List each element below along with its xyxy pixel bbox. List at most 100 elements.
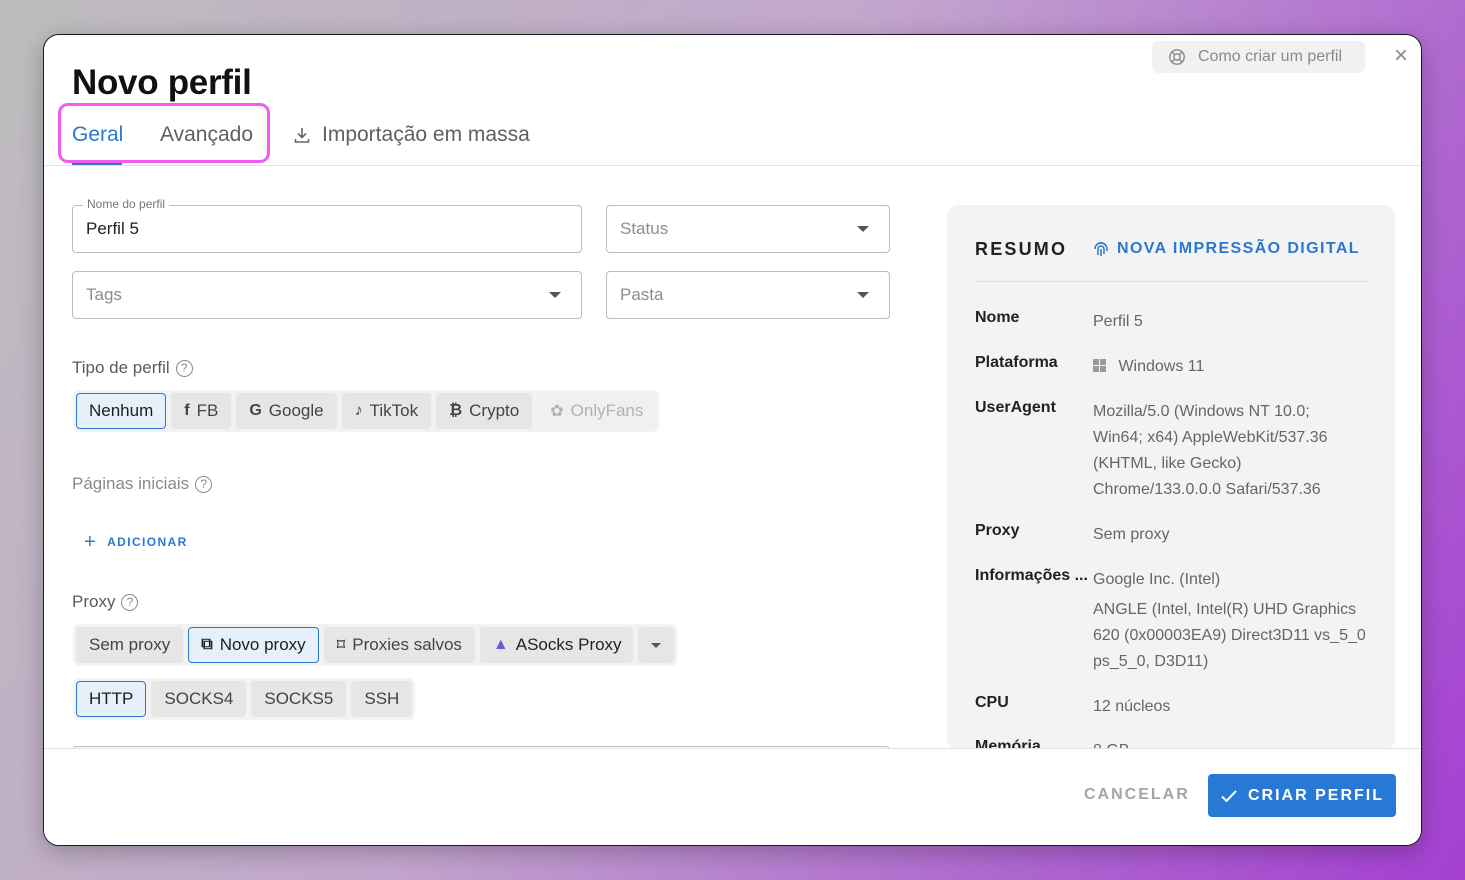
summary-value: Mozilla/5.0 (Windows NT 10.0; Win64; x64… [1093, 403, 1328, 498]
dialog-footer: CANCELAR CRIAR PERFIL [44, 748, 1421, 845]
google-icon: G [249, 402, 262, 419]
protocol-http[interactable]: HTTP [76, 681, 147, 717]
proxy-mode-group: Sem proxy ⧉ Novo proxy ⌑ Proxies salvos … [73, 624, 677, 666]
profile-type-nenhum[interactable]: Nenhum [76, 393, 167, 429]
help-circle-icon[interactable]: ? [195, 475, 213, 493]
profile-type-onlyfans: ✿ OnlyFans [537, 393, 657, 429]
facebook-icon: f [184, 402, 190, 419]
chip-label: HTTP [89, 689, 134, 708]
summary-value: 12 núcleos [1093, 698, 1171, 715]
check-icon [1221, 789, 1237, 802]
chip-label: Google [268, 401, 324, 420]
summary-key: CPU [975, 694, 1009, 711]
summary-row-info: Informações ... Google Inc. (Intel) ANGL… [975, 567, 1368, 675]
summary-key: UserAgent [975, 399, 1056, 416]
chip-label: SOCKS5 [264, 689, 334, 708]
summary-row-proxy: Proxy Sem proxy [975, 522, 1373, 548]
summary-key: Informações ... [975, 567, 1088, 584]
tiktok-icon: ♪ [354, 402, 363, 419]
chip-label: TikTok [369, 401, 419, 420]
create-profile-label: CRIAR PERFIL [1248, 786, 1384, 804]
profile-type-text: Tipo de perfil [72, 358, 170, 377]
profile-type-fb[interactable]: f FB [171, 393, 232, 429]
new-fingerprint-button[interactable]: NOVA IMPRESSÃO DIGITAL [1091, 239, 1360, 259]
summary-row-useragent: UserAgent Mozilla/5.0 (Windows NT 10.0; … [975, 399, 1358, 503]
download-icon [294, 128, 310, 143]
chip-label: Proxies salvos [352, 635, 462, 654]
folder-select[interactable]: Pasta [606, 271, 890, 319]
proxy-provider-dropdown[interactable] [637, 627, 674, 663]
chevron-down-icon [857, 226, 869, 232]
new-fingerprint-label: NOVA IMPRESSÃO DIGITAL [1117, 240, 1360, 257]
summary-info-values: Google Inc. (Intel) ANGLE (Intel, Intel(… [1093, 567, 1368, 675]
start-pages-text: Páginas iniciais [72, 474, 190, 493]
summary-value: Google Inc. (Intel) [1093, 571, 1221, 588]
profile-name-value: Perfil 5 [86, 219, 139, 238]
cancel-button[interactable]: CANCELAR [1084, 786, 1190, 804]
add-label: ADICIONAR [107, 535, 188, 549]
summary-platform-value: Windows 11 [1093, 354, 1373, 380]
chip-label: Crypto [469, 401, 520, 420]
chip-label: SOCKS4 [164, 689, 234, 708]
help-circle-icon[interactable]: ? [175, 359, 193, 377]
profile-type-group: Nenhum f FB G Google ♪ TikTok ₿ Crypto ✿… [73, 390, 660, 432]
onlyfans-icon: ✿ [550, 403, 564, 420]
protocol-socks4[interactable]: SOCKS4 [151, 681, 247, 717]
summary-value: ANGLE (Intel, Intel(R) UHD Graphics 620 … [1093, 601, 1366, 670]
proxy-protocol-group: HTTP SOCKS4 SOCKS5 SSH [73, 678, 416, 720]
proxy-mode-asocks[interactable]: ▲ ASocks Proxy [479, 627, 633, 663]
fingerprint-icon [1094, 242, 1108, 256]
tags-placeholder: Tags [86, 285, 122, 304]
summary-row-name: Nome Perfil 5 [975, 309, 1373, 335]
protocol-ssh[interactable]: SSH [351, 681, 413, 717]
new-proxy-icon: ⧉ [201, 636, 213, 653]
status-select[interactable]: Status [606, 205, 890, 253]
chip-label: ASocks Proxy [515, 635, 622, 654]
chip-label: OnlyFans [570, 401, 644, 420]
tags-select[interactable]: Tags [72, 271, 582, 319]
proxy-label: Proxy ? [72, 592, 139, 612]
chip-label: Nenhum [89, 401, 154, 420]
summary-value: Sem proxy [1093, 526, 1170, 543]
dialog-title: Novo perfil [72, 63, 252, 102]
chevron-down-icon [857, 292, 869, 298]
tabs-highlight-annotation [58, 103, 270, 163]
tab-importacao-label: Importação em massa [322, 123, 530, 146]
proxy-text: Proxy [72, 592, 116, 611]
profile-name-field[interactable]: Nome do perfil Perfil 5 [72, 197, 582, 253]
proxy-mode-none[interactable]: Sem proxy [76, 627, 184, 663]
summary-key: Proxy [975, 522, 1020, 539]
tab-importacao-em-massa[interactable]: Importação em massa [292, 123, 530, 147]
profile-type-tiktok[interactable]: ♪ TikTok [341, 393, 432, 429]
summary-row-cpu: CPU 12 núcleos [975, 694, 1373, 720]
protocol-socks5[interactable]: SOCKS5 [251, 681, 347, 717]
chip-label: Sem proxy [89, 635, 171, 654]
summary-divider [975, 281, 1367, 282]
proxy-mode-new[interactable]: ⧉ Novo proxy [188, 627, 319, 663]
profile-type-google[interactable]: G Google [236, 393, 337, 429]
new-profile-dialog: Novo perfil Como criar um perfil × Geral… [43, 34, 1422, 846]
create-profile-button[interactable]: CRIAR PERFIL [1208, 774, 1396, 817]
summary-value: Perfil 5 [1093, 313, 1143, 330]
plus-icon: + [84, 531, 98, 553]
chip-label: SSH [364, 689, 400, 708]
chevron-down-icon [549, 292, 561, 298]
chevron-down-icon [650, 642, 661, 648]
summary-heading: RESUMO [975, 239, 1068, 259]
proxy-mode-saved[interactable]: ⌑ Proxies salvos [323, 627, 475, 663]
close-icon[interactable]: × [1390, 44, 1412, 68]
summary-key: Plataforma [975, 354, 1058, 371]
asocks-icon: ▲ [492, 636, 509, 653]
summary-row-platform: Plataforma Windows 11 [975, 354, 1373, 380]
profile-name-label: Nome do perfil [83, 197, 170, 211]
add-start-page-button[interactable]: + ADICIONAR [84, 532, 188, 552]
help-label: Como criar um perfil [1198, 48, 1343, 65]
start-pages-label: Páginas iniciais ? [72, 474, 213, 494]
profile-type-crypto[interactable]: ₿ Crypto [436, 393, 533, 429]
chip-label: FB [196, 401, 219, 420]
help-circle-icon[interactable]: ? [121, 593, 139, 611]
how-to-create-profile-button[interactable]: Como criar um perfil [1152, 41, 1365, 73]
folder-placeholder: Pasta [620, 285, 664, 304]
profile-type-label: Tipo de perfil ? [72, 358, 193, 378]
lifebuoy-icon [1169, 49, 1185, 65]
